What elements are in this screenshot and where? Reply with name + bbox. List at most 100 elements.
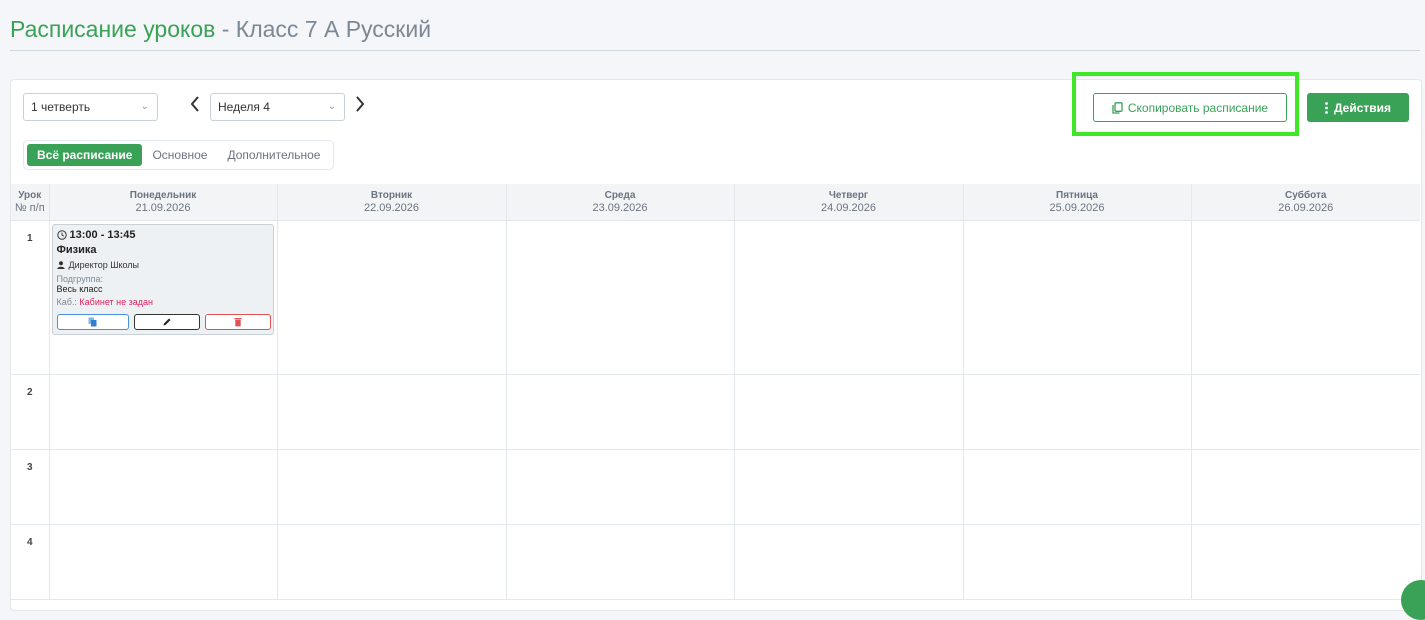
actions-button[interactable]: Действия: [1307, 93, 1409, 122]
lesson-number: 4: [11, 524, 49, 600]
subgroup-value: Весь класс: [56, 284, 103, 294]
lesson-col-label: Урок: [18, 190, 42, 201]
day-header-thursday: Четверг 24.09.2026: [733, 184, 963, 221]
day-date: 22.09.2026: [363, 202, 420, 214]
day-name: Четверг: [828, 190, 869, 201]
lesson-subject: Физика: [56, 244, 97, 256]
schedule-cell[interactable]: [733, 524, 963, 600]
user-icon: [56, 261, 65, 269]
lesson-room: Каб.: Кабинет не задан: [57, 297, 269, 307]
chevron-down-icon: ⌄: [140, 101, 149, 112]
day-name: Пятница: [1056, 190, 1098, 201]
tab-main[interactable]: Основное: [142, 144, 217, 166]
room-label: Каб.:: [56, 297, 77, 307]
lesson-row: 3: [11, 449, 1420, 525]
copy-schedule-button[interactable]: Скопировать расписание: [1093, 93, 1287, 122]
trash-icon: [234, 318, 241, 327]
schedule-cell[interactable]: [276, 524, 506, 600]
lesson-col-sublabel: № п/п: [14, 202, 45, 214]
schedule-cell[interactable]: [505, 449, 734, 525]
day-date: 21.09.2026: [135, 202, 191, 214]
tab-all-schedule[interactable]: Всё расписание: [27, 144, 143, 166]
edit-lesson-button[interactable]: [133, 314, 200, 330]
schedule-cell[interactable]: [48, 374, 277, 450]
lesson-actions: [56, 314, 271, 330]
copy-schedule-label: Скопировать расписание: [1127, 100, 1269, 115]
schedule-cell[interactable]: [962, 449, 1191, 525]
lesson-card[interactable]: 13:00 - 13:45 Физика Директор Школы Подг…: [51, 224, 274, 335]
day-header-saturday: Суббота 26.09.2026: [1190, 184, 1420, 221]
schedule-cell[interactable]: [1190, 449, 1420, 525]
chevron-right-icon: [356, 96, 365, 112]
day-header-monday: Понедельник 21.09.2026: [48, 184, 277, 221]
day-date: 24.09.2026: [820, 202, 877, 214]
lesson-time: 13:00 - 13:45: [56, 229, 269, 241]
more-vertical-icon: [1325, 101, 1328, 114]
clock-icon: [56, 230, 67, 240]
day-date: 26.09.2026: [1278, 202, 1334, 214]
schedule-cell[interactable]: [1190, 524, 1420, 600]
prev-week-button[interactable]: [189, 94, 201, 120]
schedule-cell[interactable]: [733, 374, 963, 450]
lesson-number: 3: [11, 449, 49, 525]
schedule-cell[interactable]: [1190, 374, 1420, 450]
week-select-value: Неделя 4: [218, 100, 270, 114]
schedule-cell[interactable]: [276, 374, 506, 450]
schedule-cell[interactable]: 13:00 - 13:45 Физика Директор Школы Подг…: [48, 220, 277, 375]
lesson-teacher-name: Директор Школы: [68, 260, 140, 270]
schedule-cell[interactable]: [276, 220, 506, 375]
schedule-cell[interactable]: [962, 374, 1191, 450]
chevron-down-icon: ⌄: [327, 101, 336, 112]
day-name: Понедельник: [129, 190, 197, 201]
schedule-cell[interactable]: [962, 220, 1191, 375]
day-header-tuesday: Вторник 22.09.2026: [276, 184, 506, 221]
grid-header-row: Урок № п/п Понедельник 21.09.2026 Вторник 2…: [11, 184, 1420, 221]
lesson-number: 2: [11, 374, 49, 450]
subgroup-label: Подгруппа:: [56, 274, 103, 284]
tab-additional[interactable]: Дополнительное: [217, 144, 330, 166]
schedule-cell[interactable]: [276, 449, 506, 525]
schedule-grid: Урок № п/п Понедельник 21.09.2026 Вторник 2…: [11, 184, 1420, 600]
lesson-number: 1: [11, 220, 49, 375]
pencil-icon: [163, 318, 170, 326]
lesson-row: 2: [11, 374, 1420, 450]
lesson-number-header: Урок № п/п: [11, 184, 49, 221]
schedule-card: 1 четверть ⌄ Неделя 4 ⌄ Всё расписание О…: [10, 72, 1422, 611]
schedule-cell[interactable]: [733, 220, 963, 375]
schedule-cell[interactable]: [505, 220, 734, 375]
day-header-friday: Пятница 25.09.2026: [962, 184, 1191, 221]
day-date: 23.09.2026: [592, 202, 648, 214]
copy-lesson-button[interactable]: [56, 314, 129, 330]
lesson-row: 1 13:00 - 13:45 Физика Директор Школы По…: [11, 220, 1420, 375]
schedule-cell[interactable]: [962, 524, 1191, 600]
day-date: 25.09.2026: [1049, 202, 1105, 214]
schedule-type-tabs: Всё расписание Основное Дополнительное: [23, 140, 335, 170]
page-title-main: Расписание уроков: [10, 16, 216, 42]
copy-icon: [88, 317, 97, 327]
actions-label: Действия: [1333, 100, 1392, 115]
schedule-cell[interactable]: [48, 524, 277, 600]
delete-lesson-button[interactable]: [204, 314, 271, 330]
quarter-select[interactable]: 1 четверть ⌄: [23, 93, 158, 121]
page-title-class: - Класс 7 А Русский: [215, 16, 432, 42]
day-header-wednesday: Среда 23.09.2026: [505, 184, 734, 221]
copy-icon: [1112, 101, 1123, 114]
quarter-select-value: 1 четверть: [31, 100, 91, 114]
schedule-cell[interactable]: [733, 449, 963, 525]
schedule-cell[interactable]: [505, 524, 734, 600]
day-name: Вторник: [370, 190, 413, 201]
schedule-cell[interactable]: [48, 449, 277, 525]
day-name: Суббота: [1285, 190, 1327, 201]
schedule-cell[interactable]: [505, 374, 734, 450]
lesson-time-text: 13:00 - 13:45: [69, 229, 136, 241]
chevron-left-icon: [190, 96, 199, 112]
lesson-teacher: Директор Школы: [56, 260, 269, 270]
week-select[interactable]: Неделя 4 ⌄: [210, 93, 345, 121]
day-name: Среда: [604, 190, 636, 201]
room-value: Кабинет не задан: [79, 297, 153, 307]
next-week-button[interactable]: [354, 94, 366, 120]
lesson-row: 4: [11, 524, 1420, 600]
page-header: Расписание уроков - Класс 7 А Русский: [10, 14, 1420, 51]
page-title: Расписание уроков - Класс 7 А Русский: [10, 14, 1420, 44]
schedule-cell[interactable]: [1190, 220, 1420, 375]
